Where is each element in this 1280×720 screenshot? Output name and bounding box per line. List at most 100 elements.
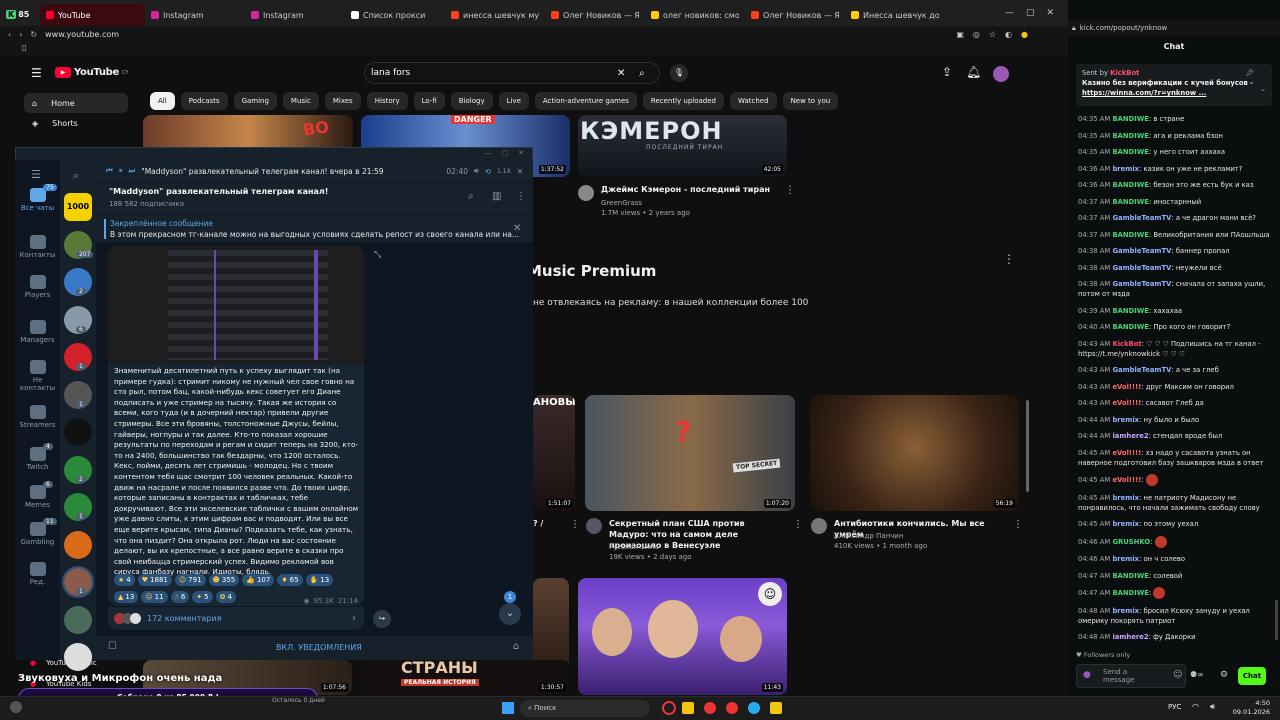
browser-logo[interactable]: K 85: [6, 5, 30, 25]
prev-track-icon[interactable]: ⏮︎: [106, 166, 113, 176]
chat-message[interactable]: 04:43 AM eVol!!!!: друг Максим он говори…: [1068, 382, 1280, 392]
filter-chip[interactable]: Watched: [730, 92, 777, 110]
filter-chip[interactable]: Recently uploaded: [642, 92, 725, 110]
bookmark-file-icon[interactable]: ▯: [22, 43, 26, 52]
comments-bar[interactable]: 172 комментария ›: [108, 606, 364, 630]
minimize-icon[interactable]: —: [1005, 8, 1014, 18]
chat-message[interactable]: 04:38 AM GambleTeamTV: баннер пропал: [1068, 246, 1280, 256]
folder-item[interactable]: Streamers: [15, 405, 60, 429]
video-thumbnail[interactable]: КЭМЕРОН ПОСЛЕДНИЙ ТИРАН 42:05: [578, 115, 787, 177]
chat-message[interactable]: 04:43 AM GambleTeamTV: а че за глеб: [1068, 365, 1280, 375]
browser-tab[interactable]: Инесса шевчук до и посл: [845, 4, 945, 26]
pin-icon[interactable]: 📌︎: [1245, 68, 1254, 78]
chat-message[interactable]: 04:38 AM GambleTeamTV: неужели всё: [1068, 263, 1280, 273]
url-field[interactable]: www.youtube.com: [45, 30, 119, 39]
channel-avatar[interactable]: [811, 518, 827, 534]
avatar[interactable]: [993, 66, 1009, 82]
chevron-down-icon[interactable]: ⌄: [1260, 84, 1266, 94]
youtube-logo[interactable]: ▶ YouTube CY: [55, 67, 128, 78]
reaction-pill[interactable]: ▲ 13: [114, 591, 139, 603]
folder-item[interactable]: Twitch 4: [15, 443, 60, 471]
youtube-scrollbar[interactable]: [1026, 400, 1029, 492]
filter-chip[interactable]: Music: [282, 92, 319, 110]
extension-icon[interactable]: ◐: [1005, 30, 1012, 39]
chat-username[interactable]: GambleTeamTV: [1112, 280, 1171, 288]
chat-message[interactable]: 04:46 AM GRUSHKO:: [1068, 535, 1280, 548]
repeat-icon[interactable]: ⟲: [485, 167, 491, 176]
browser-tab[interactable]: YouTube: [40, 4, 145, 26]
bookmark-star-icon[interactable]: ☆: [989, 30, 996, 39]
chat-input[interactable]: ● Send a message ☺: [1076, 664, 1186, 688]
expand-image-icon[interactable]: ⤡: [374, 250, 381, 260]
player-track-title[interactable]: "Maddyson" развлекательный телеграм кана…: [141, 167, 383, 176]
clear-search-icon[interactable]: ✕: [617, 68, 625, 79]
chat-message[interactable]: 04:40 AM BANDIWE: Про кого он говорит?: [1068, 322, 1280, 332]
folder-item[interactable]: Memes 6: [15, 481, 60, 509]
chat-username[interactable]: bremix: [1112, 520, 1139, 528]
chat-message[interactable]: 04:43 AM eVol!!!!: сасавот Глеб да: [1068, 398, 1280, 408]
post-image[interactable]: [108, 246, 364, 364]
reaction-pill[interactable]: 👍 107: [242, 574, 275, 586]
chat-username[interactable]: eVol!!!!: [1112, 449, 1141, 457]
chat-username[interactable]: eVol!!!!: [1112, 399, 1141, 407]
reaction-pill[interactable]: ★ 4: [114, 574, 135, 586]
reaction-pill[interactable]: ✋ 13: [305, 574, 334, 586]
chat-message[interactable]: 04:48 AM bremix: бросил Ксюху зануду и у…: [1068, 606, 1280, 626]
chat-scrollbar[interactable]: [1275, 600, 1278, 640]
more-options-icon[interactable]: ⋮: [785, 185, 795, 196]
folder-item[interactable]: Managers: [15, 320, 60, 344]
video-channel[interactable]: GreenGrass: [601, 198, 642, 208]
chat-avatar[interactable]: [64, 530, 92, 559]
browser-tab[interactable]: Олег Новиков — Яндекс: [545, 4, 645, 26]
taskbar-app-icon[interactable]: [682, 702, 694, 714]
reaction-pill[interactable]: ☹ 11: [141, 591, 168, 603]
close-pinned-icon[interactable]: ✕: [513, 223, 521, 234]
voice-search-icon[interactable]: 🎙︎: [670, 64, 688, 82]
more-options-icon[interactable]: ⋮: [1003, 252, 1015, 266]
chat-avatar[interactable]: 1000: [64, 193, 92, 221]
chat-username[interactable]: BANDIWE: [1112, 323, 1148, 331]
video-thumbnail[interactable]: СТРАНЫ РЕАЛЬНАЯ ИСТОРИЯ 1:30:57: [361, 660, 570, 695]
chat-message[interactable]: 04:45 AM bremix: по этому уехал: [1068, 519, 1280, 529]
more-options-icon[interactable]: ⋮: [1013, 519, 1023, 530]
close-window-icon[interactable]: ✕: [1046, 8, 1054, 18]
start-icon[interactable]: [502, 702, 514, 714]
folder-item[interactable]: Players: [15, 275, 60, 299]
video-thumbnail[interactable]: 56:19: [810, 395, 1019, 511]
kick-url[interactable]: kick.com/popout/ynknow: [1080, 24, 1168, 32]
video-thumbnail[interactable]: ☺ 11:43: [578, 578, 787, 695]
reaction-pill[interactable]: ☝ 6: [170, 591, 190, 603]
chat-send-button[interactable]: Chat: [1238, 667, 1266, 685]
chat-avatar[interactable]: [64, 605, 92, 634]
channel-avatar[interactable]: [578, 185, 594, 201]
chat-username[interactable]: BANDIWE: [1112, 115, 1148, 123]
video-channel[interactable]: Александр Панчин: [834, 531, 903, 541]
chat-username[interactable]: eVol!!!!: [1112, 383, 1141, 391]
video-title[interactable]: ? /: [533, 518, 543, 529]
tg-maximize-icon[interactable]: ▢: [502, 149, 509, 157]
reaction-pill[interactable]: ☻ 355: [208, 574, 240, 586]
taskbar-app-icon[interactable]: [662, 701, 676, 715]
close-player-icon[interactable]: ✕: [517, 167, 533, 176]
nav-shorts[interactable]: ◈ Shorts: [24, 113, 128, 133]
nav-home[interactable]: ⌂ Home: [24, 93, 128, 113]
taskbar-search[interactable]: ⌕ Поиск: [520, 700, 650, 717]
channel-post[interactable]: Знаменитый десятилетний путь к успеху вы…: [108, 246, 364, 606]
chat-message[interactable]: 04:36 AM bremix: казик он уже не реклами…: [1068, 164, 1280, 174]
chat-message[interactable]: 04:38 AM GambleTeamTV: сначала от запаха…: [1068, 279, 1280, 299]
chat-message[interactable]: 04:44 AM bremix: ну было и было: [1068, 415, 1280, 425]
scroll-down-icon[interactable]: ⌄: [499, 603, 521, 625]
chat-message[interactable]: 04:48 AM iamhere2: фу Дакорки: [1068, 632, 1280, 642]
folder-item[interactable]: Ред.: [15, 562, 60, 586]
chat-username[interactable]: iamhere2: [1112, 432, 1148, 440]
chat-username[interactable]: GambleTeamTV: [1112, 247, 1171, 255]
pinned-message[interactable]: Закреплённое сообщение В этом прекрасном…: [96, 214, 533, 242]
chat-message[interactable]: 04:45 AM eVol!!!!:: [1068, 474, 1280, 486]
folder-item[interactable]: Не контакты: [15, 360, 60, 392]
filter-chip[interactable]: Mixes: [324, 92, 361, 110]
forward-icon[interactable]: ›: [19, 30, 22, 39]
reaction-pill[interactable]: ✦ 5: [192, 591, 213, 603]
folder-item[interactable]: Все чаты 75: [15, 184, 60, 212]
chat-message[interactable]: 04:37 AM BANDIWE: иностарнный: [1068, 197, 1280, 207]
taskbar-app-icon[interactable]: [748, 702, 760, 714]
